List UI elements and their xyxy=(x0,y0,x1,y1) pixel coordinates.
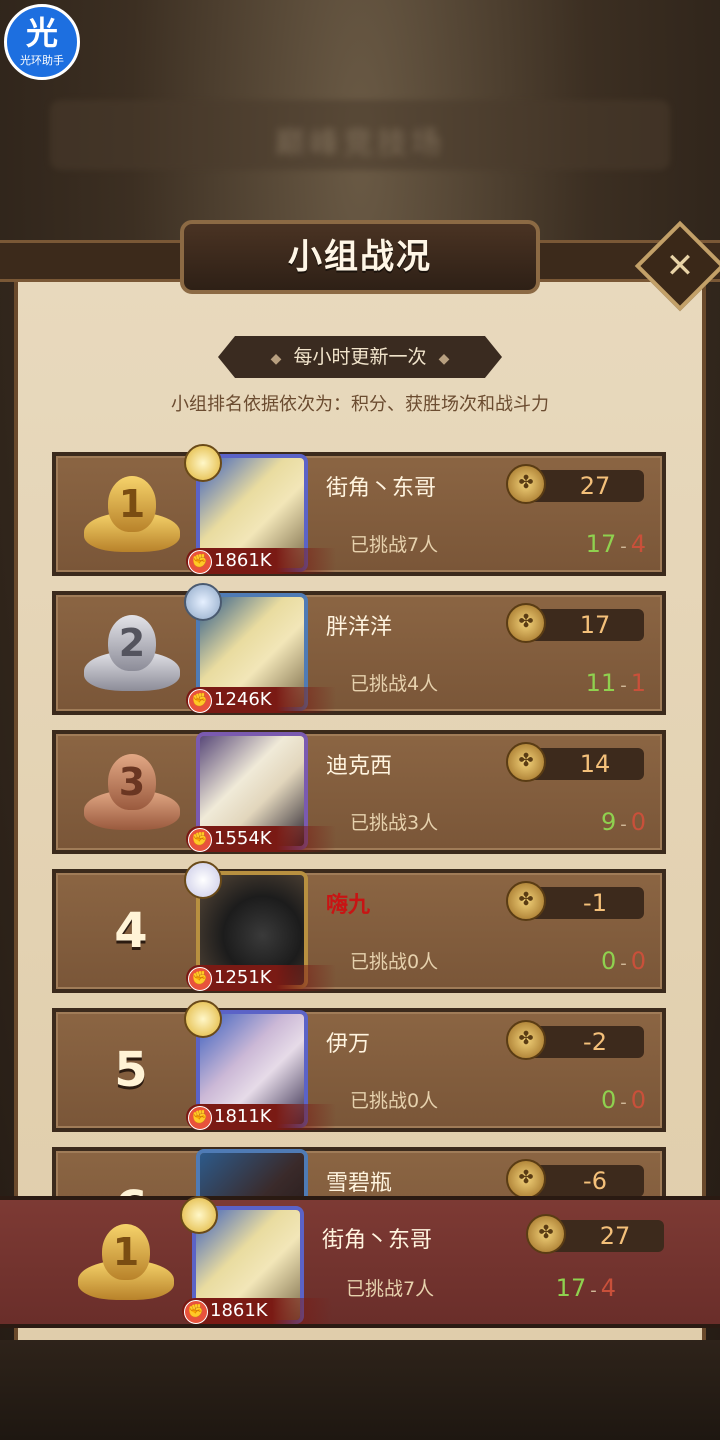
losses: 1 xyxy=(630,669,646,697)
background-title: 巅峰竞技场 xyxy=(275,126,445,161)
fist-icon: ✊ xyxy=(188,1106,212,1130)
challenged-count: 已挑战7人 xyxy=(350,534,439,556)
power-value: 1861K xyxy=(210,1300,268,1321)
knot-emblem-icon: ✤ xyxy=(506,603,546,643)
chevron-left-icon: ◆ xyxy=(270,351,282,367)
power-chip: ✊ 1861K xyxy=(186,548,336,574)
rank-medal-gold-icon: 1 xyxy=(72,1222,180,1306)
star-emblem-icon xyxy=(184,1000,222,1038)
my-ranking-row[interactable]: 1 ✊ 1861K 街角丶东哥 已挑战7人 ✤ 27 17-4 xyxy=(0,1196,720,1328)
rank-medal-bronze-icon: 3 xyxy=(78,752,186,836)
score-value: 27 xyxy=(599,1222,631,1250)
losses: 0 xyxy=(630,1086,646,1114)
chevron-right-icon: ◆ xyxy=(438,351,450,367)
player-name: 迪克西 xyxy=(326,754,393,779)
ranking-row-1[interactable]: 1 ✊ 1861K 街角丶东哥 已挑战7人 ✤ 27 17-4 xyxy=(52,444,666,576)
ranking-row-4[interactable]: 4 ✊ 1251K 嗨九 已挑战0人 ✤ -1 0-0 xyxy=(52,861,666,993)
losses: 4 xyxy=(630,530,646,558)
rank-number: 1 xyxy=(118,482,146,526)
player-name: 街角丶东哥 xyxy=(322,1228,433,1253)
win-loss-record: 11-1 xyxy=(585,669,646,697)
knot-emblem-icon: ✤ xyxy=(506,742,546,782)
power-chip: ✊ 1811K xyxy=(186,1104,336,1130)
win-loss-record: 0-0 xyxy=(600,947,646,975)
planet-emblem-icon xyxy=(184,861,222,899)
close-icon: ✕ xyxy=(665,246,695,286)
knot-emblem-icon: ✤ xyxy=(506,464,546,504)
power-value: 1861K xyxy=(214,550,272,571)
star-emblem-icon xyxy=(180,1196,218,1234)
challenged-count: 已挑战4人 xyxy=(350,673,439,695)
title-banner: 小组战况 xyxy=(0,210,720,300)
player-name: 伊万 xyxy=(326,1032,371,1057)
cloud-emblem-icon xyxy=(184,583,222,621)
rank-medal-gold-icon: 1 xyxy=(78,474,186,558)
power-chip: ✊ 1246K xyxy=(186,687,336,713)
rank-medal-silver-icon: 2 xyxy=(78,613,186,697)
power-value: 1811K xyxy=(214,1106,272,1127)
power-value: 1246K xyxy=(214,689,272,710)
update-notice: ◆ 每小时更新一次 ◆ xyxy=(218,336,502,378)
fist-icon: ✊ xyxy=(188,828,212,852)
star-emblem-icon xyxy=(184,444,222,482)
power-value: 1554K xyxy=(214,828,272,849)
player-name: 嗨九 xyxy=(326,893,371,918)
wins: 0 xyxy=(600,947,617,975)
power-chip: ✊ 1861K xyxy=(182,1298,332,1324)
fist-icon: ✊ xyxy=(188,689,212,713)
win-loss-record: 17-4 xyxy=(555,1274,616,1302)
win-loss-record: 17-4 xyxy=(585,530,646,558)
challenged-count: 已挑战0人 xyxy=(350,1090,439,1112)
ranking-row-2[interactable]: 2 ✊ 1246K 胖洋洋 已挑战4人 ✤ 17 11-1 xyxy=(52,583,666,715)
fist-icon: ✊ xyxy=(188,550,212,574)
score-value: -6 xyxy=(583,1167,607,1195)
update-notice-text: 每小时更新一次 xyxy=(293,346,427,368)
power-chip: ✊ 1554K xyxy=(186,826,336,852)
wins: 11 xyxy=(585,669,617,697)
knot-emblem-icon: ✤ xyxy=(526,1214,566,1254)
win-loss-record: 0-0 xyxy=(600,1086,646,1114)
rank-number: 2 xyxy=(118,621,146,665)
player-name: 胖洋洋 xyxy=(326,615,393,640)
bottom-shade xyxy=(0,1340,720,1440)
player-name: 街角丶东哥 xyxy=(326,476,437,501)
challenged-count: 已挑战0人 xyxy=(350,951,439,973)
app-badge-glyph: 光 xyxy=(25,14,58,52)
score-value: -2 xyxy=(583,1028,607,1056)
score-value: 27 xyxy=(579,472,611,500)
rank-number: 5 xyxy=(114,1042,148,1098)
ranking-row-5[interactable]: 5 ✊ 1811K 伊万 已挑战0人 ✤ -2 0-0 xyxy=(52,1000,666,1132)
win-loss-record: 9-0 xyxy=(600,808,646,836)
title-plate: 小组战况 xyxy=(180,220,540,294)
fist-icon: ✊ xyxy=(184,1300,208,1324)
wins: 0 xyxy=(600,1086,617,1114)
score-value: 17 xyxy=(579,611,611,639)
title-wing-left xyxy=(0,240,200,282)
power-chip: ✊ 1251K xyxy=(186,965,336,991)
score-value: -1 xyxy=(583,889,607,917)
challenged-count: 已挑战3人 xyxy=(350,812,439,834)
wins: 9 xyxy=(600,808,617,836)
wins: 17 xyxy=(585,530,617,558)
rank-number: 3 xyxy=(118,760,146,804)
fist-icon: ✊ xyxy=(188,967,212,991)
power-value: 1251K xyxy=(214,967,272,988)
losses: 4 xyxy=(600,1274,616,1302)
page-title: 小组战况 xyxy=(288,237,432,277)
app-badge-icon[interactable]: 光 光环助手 xyxy=(4,4,80,80)
app-badge-label: 光环助手 xyxy=(20,54,64,67)
player-name: 雪碧瓶 xyxy=(326,1171,393,1196)
losses: 0 xyxy=(630,947,646,975)
rank-number: 1 xyxy=(112,1230,140,1274)
knot-emblem-icon: ✤ xyxy=(506,1159,546,1199)
losses: 0 xyxy=(630,808,646,836)
ranking-row-3[interactable]: 3 ✊ 1554K 迪克西 已挑战3人 ✤ 14 9-0 xyxy=(52,730,666,854)
rank-number: 4 xyxy=(114,903,148,959)
ranking-rule-text: 小组排名依据依次为：积分、获胜场次和战斗力 xyxy=(171,394,549,415)
knot-emblem-icon: ✤ xyxy=(506,1020,546,1060)
challenged-count: 已挑战7人 xyxy=(346,1278,435,1300)
knot-emblem-icon: ✤ xyxy=(506,881,546,921)
score-value: 14 xyxy=(579,750,611,778)
wins: 17 xyxy=(555,1274,587,1302)
